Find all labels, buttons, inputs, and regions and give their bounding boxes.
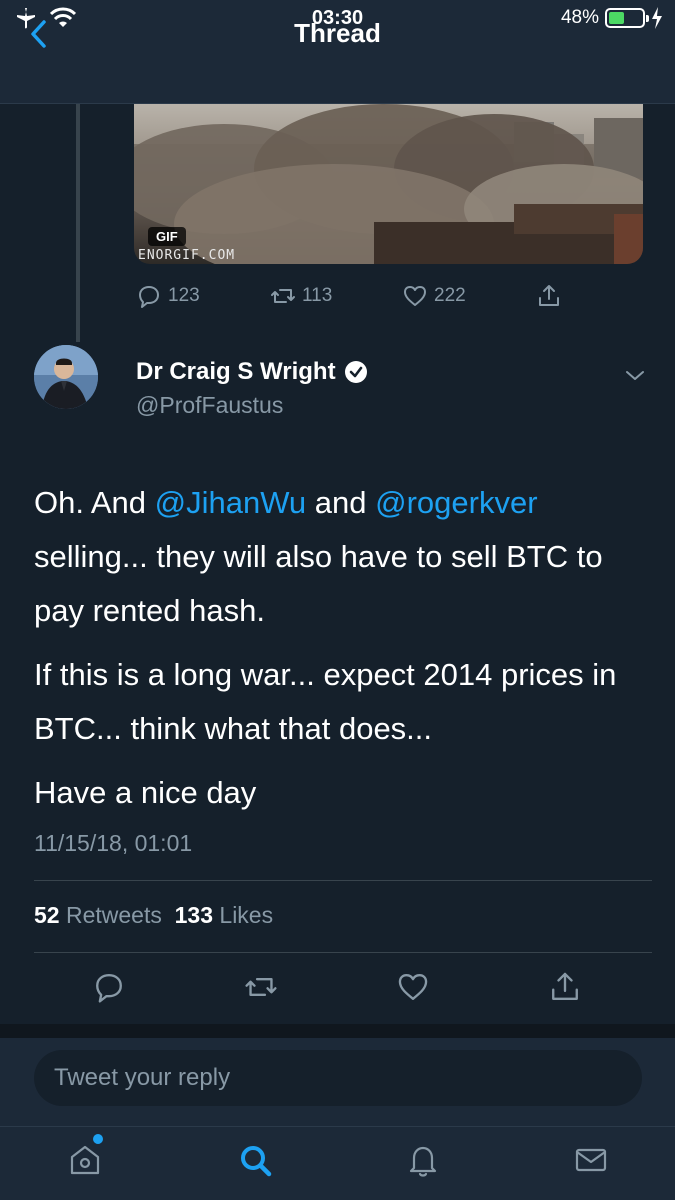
engagement-stats: 52 Retweets 133 Likes: [34, 902, 273, 929]
retweets-label[interactable]: Retweets: [60, 902, 162, 928]
retweet-icon[interactable]: [244, 970, 278, 1004]
likes-label[interactable]: Likes: [213, 902, 273, 928]
home-icon[interactable]: [66, 1141, 104, 1179]
section-separator: [0, 1024, 675, 1038]
search-icon[interactable]: [236, 1141, 274, 1179]
author-name-text: Dr Craig S Wright: [136, 358, 336, 385]
tweet-text: Oh. And @JihanWu and @rogerkver selling.…: [34, 476, 654, 830]
retweet-total[interactable]: 52: [34, 902, 60, 928]
tweet-paragraph-1: Oh. And @JihanWu and @rogerkver selling.…: [34, 485, 603, 628]
retweet-count: 113: [302, 285, 333, 306]
tweet-timestamp: 11/15/18, 01:01: [34, 830, 193, 856]
like-total[interactable]: 133: [175, 902, 213, 928]
divider: [34, 952, 652, 953]
reply-count: 123: [168, 285, 200, 306]
gif-media[interactable]: [134, 104, 643, 264]
heart-icon: [404, 286, 426, 306]
heart-icon[interactable]: [396, 970, 430, 1004]
share-icon: [539, 285, 559, 306]
home-unread-dot: [93, 1134, 103, 1144]
author-handle[interactable]: @ProfFaustus: [136, 392, 283, 419]
mention-jihanwu[interactable]: @JihanWu: [155, 485, 307, 520]
thread-connector-line: [76, 104, 80, 342]
chevron-down-icon[interactable]: [622, 362, 648, 388]
reply-action[interactable]: 123: [136, 283, 200, 309]
avatar[interactable]: [34, 345, 98, 409]
like-action[interactable]: 222: [402, 283, 466, 309]
page-title: Thread: [294, 18, 381, 48]
reply-icon: [139, 286, 159, 308]
reply-icon[interactable]: [92, 970, 126, 1004]
tweet-paragraph-3: Have a nice day: [34, 775, 257, 810]
mention-rogerkver[interactable]: @rogerkver: [375, 485, 537, 520]
divider: [34, 880, 652, 881]
tweet-action-bar: [0, 970, 675, 1010]
reply-input[interactable]: Tweet your reply: [34, 1050, 642, 1106]
share-icon[interactable]: [548, 970, 582, 1004]
verified-badge-icon: [344, 361, 367, 383]
messages-envelope-icon[interactable]: [572, 1141, 610, 1179]
retweet-icon: [271, 289, 295, 303]
retweet-action[interactable]: 113: [270, 283, 332, 309]
share-action[interactable]: [536, 283, 562, 309]
author-name[interactable]: Dr Craig S Wright: [136, 358, 368, 386]
notifications-bell-icon[interactable]: [404, 1141, 442, 1179]
gif-badge: GIF: [148, 227, 186, 246]
gif-watermark: ENORGIF.COM: [138, 248, 236, 263]
like-count: 222: [434, 285, 466, 306]
tweet-paragraph-2: If this is a long war... expect 2014 pri…: [34, 657, 617, 746]
